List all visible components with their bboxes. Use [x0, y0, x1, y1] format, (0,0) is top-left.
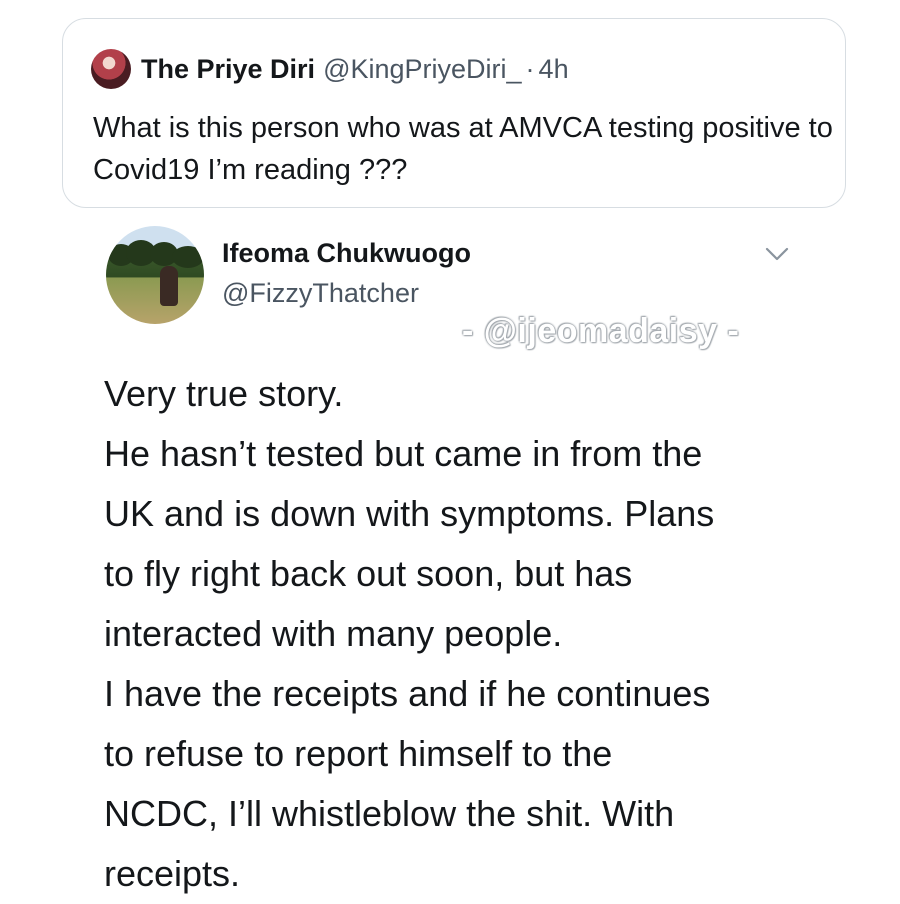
quoted-tweet-card[interactable]: The Priye Diri @KingPriyeDiri_ · 4h What…: [62, 18, 846, 208]
quoted-tweet-text: What is this person who was at AMVCA tes…: [93, 112, 833, 186]
quoted-tweet-header: The Priye Diri @KingPriyeDiri_ · 4h: [91, 47, 569, 91]
tweet-text-line: I have the receipts and if he continues: [104, 673, 711, 714]
tweet-text-line: to fly right back out soon, but has: [104, 553, 633, 594]
quoted-timestamp[interactable]: 4h: [539, 54, 569, 85]
author-avatar[interactable]: [106, 226, 204, 324]
author-handle[interactable]: @FizzyThatcher: [222, 278, 419, 309]
tweet-text-line: Very true story.: [104, 373, 344, 414]
watermark-text: - @ijeomadaisy -: [462, 312, 740, 350]
quoted-separator: ·: [525, 53, 535, 84]
quoted-author-avatar[interactable]: [91, 49, 131, 89]
tweet-text-line: to refuse to report himself to the: [104, 733, 613, 774]
quoted-author-handle: @KingPriyeDiri_: [323, 53, 522, 84]
tweet-text-line: NCDC, I’ll whistleblow the shit. With: [104, 793, 675, 834]
tweet-text-line: He hasn’t tested but came in from the: [104, 433, 703, 474]
tweet-text-line: UK and is down with symptoms. Plans: [104, 493, 715, 534]
tweet-text-line: interacted with many people.: [104, 613, 563, 654]
chevron-down-icon[interactable]: [764, 244, 790, 264]
quoted-author-name[interactable]: The Priye Diri: [141, 54, 315, 85]
tweet-text-line: receipts.: [104, 853, 241, 894]
tweet-text: Very true story. He hasn’t tested but ca…: [104, 364, 804, 904]
author-name[interactable]: Ifeoma Chukwuogo: [222, 238, 471, 269]
